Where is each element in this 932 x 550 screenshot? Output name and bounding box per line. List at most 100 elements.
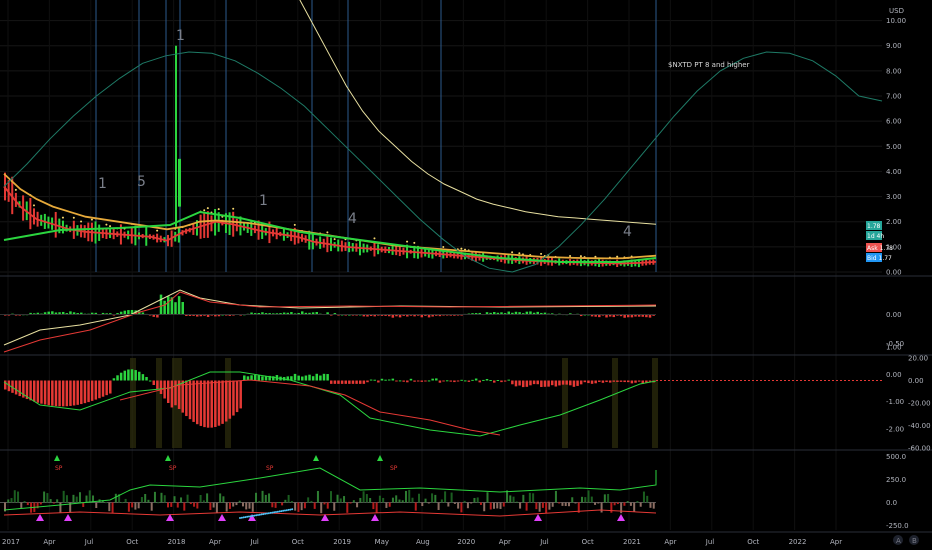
oscillator-pane[interactable] [3,358,882,448]
oscillator-bar [413,380,416,382]
flow-dot [278,510,281,513]
oscillator-bar [90,380,94,401]
oscillator-bar [322,373,326,381]
flow-dot [291,508,294,511]
flow-bar [453,502,456,504]
oscillator-bar [348,380,351,384]
flow-bar [26,502,29,506]
flow-bar [636,501,639,503]
price-tag-label: 1d 4h [867,233,884,240]
axis-mode-button-label[interactable]: A [896,537,901,545]
flow-bar [75,496,78,503]
flow-bar [274,502,277,508]
oscillator-bar [435,378,438,381]
flow-bar [388,502,391,507]
flow-bar [105,502,108,504]
oscillator-bar [18,380,21,397]
flow-bar [395,495,398,503]
signal-dot [579,255,582,258]
flow-bar [287,494,290,503]
flow-bar [418,493,421,503]
flow-bar [590,496,593,503]
flow-bar [460,502,463,513]
axis-mode-button-label[interactable]: B [912,537,917,545]
cycle-count-label: 4 [348,211,357,227]
oscillator-bar [445,380,449,382]
oscillator-bar [119,372,123,381]
volume-flow-pane[interactable]: SP SP SP SP [0,455,657,521]
signal-dot [156,229,159,232]
flow-bar [170,502,173,507]
oscillator-bar [141,374,145,381]
flow-bar [343,496,346,503]
oscillator-bar [362,380,366,384]
flow-bar [470,502,473,504]
sp-marker-label: SP [390,465,398,472]
flow-bar [414,502,417,511]
oscillator-bar [471,379,474,381]
oscillator-bar [14,380,18,395]
flow-bar [600,502,603,513]
signal-dot [14,188,17,191]
trading-chart[interactable]: 1 51144 1.781d 4hAsk 1.78Bid 1.77 SP SP SP SP… [0,0,932,550]
flow-bar [512,496,515,503]
flow-bar [362,491,365,503]
oscillator-bar [152,380,156,385]
signal-triangle [377,455,383,461]
flow-bar [307,497,310,503]
oscillator-bar [464,380,467,382]
flow-bar [476,497,479,503]
highlight-band [172,358,182,448]
oscillator-bar [572,380,576,387]
oscillator-bar [293,373,297,381]
oscillator-bar [380,378,384,381]
flow-bar [515,501,518,503]
oscillator-bar [565,380,568,385]
price-pane[interactable]: 1 51144 1.781d 4hAsk 1.78Bid 1.77 [3,0,893,273]
flow-bar [281,502,284,506]
flow-bar [519,502,522,509]
signal-dot [232,207,235,210]
oscillator-bar [340,380,344,384]
flow-dot [276,510,279,513]
flow-bar [574,502,577,504]
oscillator-bar [536,380,539,385]
axis-mode-button[interactable]: B [909,535,919,545]
flow-bar [349,502,352,504]
oscillator-bar [80,380,83,405]
flow-bar [323,502,326,505]
flow-bar [558,502,561,504]
oscillator-bar [395,380,398,382]
oscillator-bar [550,380,554,386]
flow-bar [271,502,274,508]
flow-bar [378,495,381,503]
flow-bar [404,490,407,503]
price-axis[interactable]: 0.00 1.00 2.00 3.00 4.00 5.00 6.00 7.00 8.00 9.00… [886,17,931,545]
oscillator-bar [261,376,264,381]
price-tick-label: 2.00 [886,218,902,226]
oscillator-bar [264,376,268,381]
flow-bar [52,502,55,504]
oscillator-bar [493,380,496,383]
flow-bar [284,499,287,503]
flow-bar [153,491,156,503]
signal-dot [217,208,220,211]
flow-bar [326,502,329,509]
axis-mode-button[interactable]: A [893,535,903,545]
oscillator-bar [561,380,565,385]
flow-bar [528,492,531,503]
signal-dot [616,255,619,258]
oscillator-bar [326,374,329,381]
flow-bar [646,495,649,503]
flow-bar [124,498,127,503]
flow-bar [251,502,254,512]
macd-pane[interactable] [0,289,657,353]
flow-dot [248,515,250,518]
price-tick-label: 7.00 [886,93,902,101]
time-axis[interactable]: 2017 Apr Jul Oct 2018 Apr Jul Oct 2019 May Aug 2020… [0,531,932,546]
buy-signal-triangle [534,514,542,521]
chart-stage[interactable]: 1 5 1 1 4 4 1.78 1d 4h Ask 1.78 Bid 1.77 SP SP SP SP… [0,0,932,550]
flow-bar [137,502,140,509]
flow-bar [561,502,564,506]
flow-bar [245,502,248,510]
